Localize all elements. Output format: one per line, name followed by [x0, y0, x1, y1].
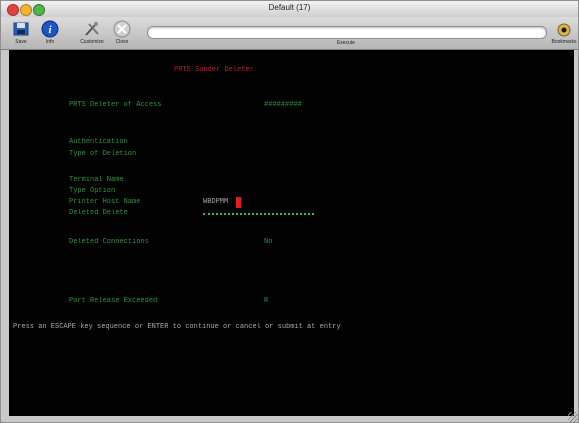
field1-value: #########: [264, 101, 302, 109]
group2-line4: Deleted Delete: [69, 209, 128, 217]
execute-input[interactable]: [147, 26, 547, 39]
customize-button[interactable]: Customize: [77, 20, 107, 48]
field3-value: R: [264, 297, 269, 305]
field2-label: Deleted Connections: [69, 238, 149, 246]
close-button[interactable]: Close: [107, 20, 137, 48]
info-icon: i: [41, 20, 59, 38]
group1-line1: Authentication: [69, 138, 128, 146]
window-title: Default (17): [268, 3, 311, 12]
execute-label: Execute: [336, 40, 356, 46]
field3-label: Port Release Exceeded: [69, 297, 158, 305]
host-name-input[interactable]: WBDPMM: [203, 198, 228, 206]
toolbar: Save i Info Customize Close Execute Book…: [1, 17, 578, 50]
screen-heading: PRTS Sunder Deleter: [174, 66, 254, 74]
save-button[interactable]: Save: [6, 20, 36, 48]
bookmarks-button[interactable]: Bookmarks: [549, 20, 578, 48]
group1-line2: Type of Deletion: [69, 150, 137, 158]
bookmarks-label: Bookmarks: [551, 39, 577, 45]
terminal-screen[interactable]: PRTS Sunder Deleter PRTS Deleter of Acce…: [9, 50, 574, 416]
resize-grip[interactable]: [568, 412, 578, 422]
input-field-underline: [203, 213, 314, 215]
group2-line1: Terminal Name: [69, 176, 124, 184]
terminal-window: Default (17) Save i Info Customize Close…: [0, 0, 579, 423]
group2-line3: Printer Host Name: [69, 198, 141, 206]
close-icon: [113, 20, 131, 38]
text-cursor: [236, 197, 241, 208]
info-button[interactable]: i Info: [35, 20, 65, 48]
group2-line2: Type Option: [69, 187, 116, 195]
customize-icon: [85, 22, 99, 36]
field1-label: PRTS Deleter of Access: [69, 101, 162, 109]
status-line: Press an ESCAPE key sequence or ENTER to…: [13, 323, 341, 331]
close-label: Close: [115, 39, 129, 45]
save-icon: [13, 22, 29, 36]
info-label: Info: [45, 39, 55, 45]
customize-label: Customize: [80, 39, 104, 45]
bookmarks-icon: [557, 23, 571, 37]
save-label: Save: [15, 39, 27, 45]
field2-value: No: [264, 238, 273, 246]
title-bar[interactable]: Default (17): [1, 1, 578, 18]
